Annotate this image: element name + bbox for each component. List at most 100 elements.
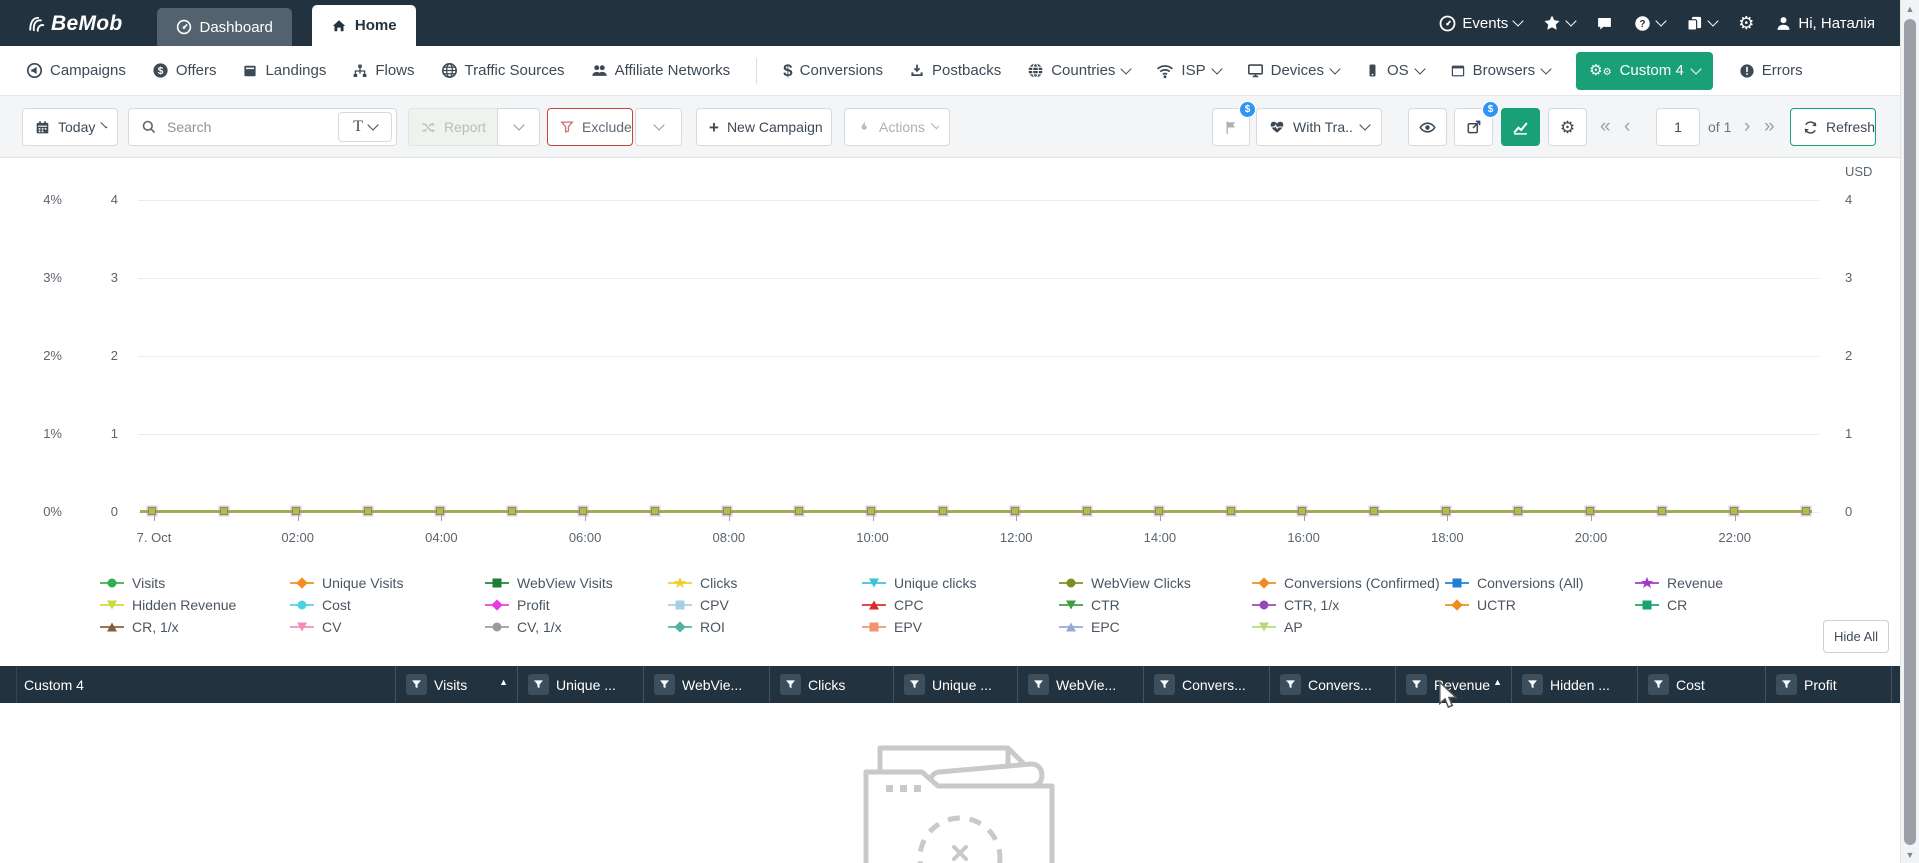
bemob-logo[interactable]: BeMob xyxy=(28,12,123,36)
prev-page-button[interactable]: ‹ xyxy=(1624,108,1630,146)
report-dropdown-button[interactable] xyxy=(497,108,540,146)
legend-item-epc[interactable]: EPC xyxy=(1059,618,1191,636)
workspaces-menu[interactable] xyxy=(1686,15,1719,32)
help-menu[interactable]: ? xyxy=(1634,15,1667,32)
column-header-unique-[interactable]: Unique ... xyxy=(518,666,644,703)
legend-item-cpv[interactable]: CPV xyxy=(668,596,737,614)
column-header-webvie-[interactable]: WebVie... xyxy=(644,666,770,703)
nav-item-countries[interactable]: Countries xyxy=(1027,62,1133,79)
column-header-convers-[interactable]: Convers... xyxy=(1144,666,1270,703)
first-page-button[interactable]: « xyxy=(1600,108,1611,146)
nav-item-campaigns[interactable]: Campaigns xyxy=(26,62,126,79)
user-menu[interactable]: Hi, Наталія xyxy=(1775,15,1875,32)
events-menu[interactable]: Events xyxy=(1439,15,1524,32)
actions-button[interactable]: Actions xyxy=(844,108,950,146)
column-filter-icon[interactable] xyxy=(1154,674,1175,695)
visibility-button[interactable] xyxy=(1408,108,1447,146)
legend-item-epv[interactable]: EPV xyxy=(862,618,976,636)
legend-item-hidden-revenue[interactable]: Hidden Revenue xyxy=(100,596,236,614)
legend-item-uctr[interactable]: UCTR xyxy=(1445,596,1584,614)
last-page-button[interactable]: » xyxy=(1764,108,1775,146)
refresh-button[interactable]: Refresh xyxy=(1790,108,1876,146)
legend-item-clicks[interactable]: Clicks xyxy=(668,574,737,592)
nav-item-conversions[interactable]: $ Conversions xyxy=(783,61,883,81)
legend-item-unique-clicks[interactable]: Unique clicks xyxy=(862,574,976,592)
nav-item-postbacks[interactable]: Postbacks xyxy=(909,62,1001,79)
column-header-visits[interactable]: Visits ▲ xyxy=(396,666,518,703)
column-header-cost[interactable]: Cost xyxy=(1638,666,1766,703)
tab-dashboard[interactable]: Dashboard xyxy=(156,8,292,46)
exclude-dropdown-button[interactable] xyxy=(635,108,682,146)
chat-button[interactable] xyxy=(1596,15,1613,32)
refresh-label: Refresh xyxy=(1826,119,1876,135)
column-filter-icon[interactable] xyxy=(654,674,675,695)
legend-item-ctr[interactable]: CTR xyxy=(1059,596,1191,614)
new-campaign-button[interactable]: + New Campaign xyxy=(696,108,832,146)
legend-item-ctr-1-x[interactable]: CTR, 1/x xyxy=(1252,596,1440,614)
nav-item-custom4[interactable]: ⚙⚙ Custom 4 xyxy=(1576,51,1713,90)
legend-item-conversions-all-[interactable]: Conversions (All) xyxy=(1445,574,1584,592)
hide-all-button[interactable]: Hide All xyxy=(1823,620,1889,653)
page-number-input[interactable] xyxy=(1656,108,1700,146)
settings-button[interactable]: ⚙ xyxy=(1738,14,1754,32)
nav-item-offers[interactable]: $ Offers xyxy=(152,62,216,79)
scrollbar-thumb[interactable] xyxy=(1904,19,1916,845)
legend-item-cost[interactable]: Cost xyxy=(290,596,403,614)
nav-item-affiliate-networks[interactable]: Affiliate Networks xyxy=(591,62,730,79)
column-filter-icon[interactable] xyxy=(1028,674,1049,695)
nav-item-landings[interactable]: Landings xyxy=(242,62,326,79)
flag-filter-button[interactable]: $ xyxy=(1212,101,1256,146)
legend-item-ap[interactable]: AP xyxy=(1252,618,1440,636)
export-button[interactable]: $ xyxy=(1454,101,1499,146)
nav-item-errors[interactable]: Errors xyxy=(1739,62,1803,79)
legend-item-visits[interactable]: Visits xyxy=(100,574,236,592)
chart-toggle-button[interactable] xyxy=(1501,108,1540,146)
nav-item-traffic-sources[interactable]: Traffic Sources xyxy=(441,62,565,79)
column-filter-icon[interactable] xyxy=(528,674,549,695)
column-filter-icon[interactable] xyxy=(1648,674,1669,695)
nav-item-flows[interactable]: Flows xyxy=(352,62,415,79)
vertical-scrollbar[interactable]: ▲ ▼ xyxy=(1900,0,1919,863)
legend-item-profit[interactable]: Profit xyxy=(485,596,613,614)
report-button[interactable]: Report xyxy=(408,108,498,146)
nav-item-devices[interactable]: Devices xyxy=(1247,62,1341,79)
column-header-profit[interactable]: Profit xyxy=(1766,666,1892,703)
scroll-up-arrow[interactable]: ▲ xyxy=(1901,0,1919,17)
column-header-unique-[interactable]: Unique ... xyxy=(894,666,1018,703)
column-filter-icon[interactable] xyxy=(904,674,925,695)
exclude-button[interactable]: Exclude xyxy=(547,108,633,146)
legend-item-roi[interactable]: ROI xyxy=(668,618,737,636)
nav-item-browsers[interactable]: Browsers xyxy=(1450,62,1552,79)
legend-item-unique-visits[interactable]: Unique Visits xyxy=(290,574,403,592)
tab-home[interactable]: Home xyxy=(311,5,416,46)
legend-item-cv[interactable]: CV xyxy=(290,618,403,636)
search-type-dropdown[interactable]: T xyxy=(338,112,392,142)
column-filter-icon[interactable] xyxy=(1406,674,1427,695)
next-page-button[interactable]: › xyxy=(1744,108,1750,146)
scroll-down-arrow[interactable]: ▼ xyxy=(1901,846,1919,863)
legend-item-revenue[interactable]: Revenue xyxy=(1635,574,1723,592)
column-header-convers-[interactable]: Convers... xyxy=(1270,666,1396,703)
nav-item-os[interactable]: OS xyxy=(1365,62,1426,79)
legend-item-webview-visits[interactable]: WebView Visits xyxy=(485,574,613,592)
nav-item-isp[interactable]: ISP xyxy=(1156,62,1223,80)
column-filter-icon[interactable] xyxy=(1776,674,1797,695)
column-filter-icon[interactable] xyxy=(1280,674,1301,695)
legend-item-cr[interactable]: CR xyxy=(1635,596,1723,614)
legend-item-cr-1-x[interactable]: CR, 1/x xyxy=(100,618,236,636)
favorites-menu[interactable] xyxy=(1543,14,1577,32)
column-header-hidden-[interactable]: Hidden ... xyxy=(1512,666,1638,703)
legend-item-cpc[interactable]: CPC xyxy=(862,596,976,614)
column-filter-icon[interactable] xyxy=(780,674,801,695)
date-range-button[interactable]: Today xyxy=(22,108,118,146)
with-traffic-filter[interactable]: With Tra... xyxy=(1256,108,1382,146)
column-header-custom-4[interactable]: Custom 4 xyxy=(0,666,396,703)
legend-item-cv-1-x[interactable]: CV, 1/x xyxy=(485,618,613,636)
column-filter-icon[interactable] xyxy=(406,674,427,695)
table-settings-button[interactable]: ⚙ xyxy=(1548,108,1587,146)
legend-item-webview-clicks[interactable]: WebView Clicks xyxy=(1059,574,1191,592)
column-filter-icon[interactable] xyxy=(1522,674,1543,695)
column-header-webvie-[interactable]: WebVie... xyxy=(1018,666,1144,703)
column-header-clicks[interactable]: Clicks xyxy=(770,666,894,703)
legend-item-conversions-confirmed-[interactable]: Conversions (Confirmed) xyxy=(1252,574,1440,592)
